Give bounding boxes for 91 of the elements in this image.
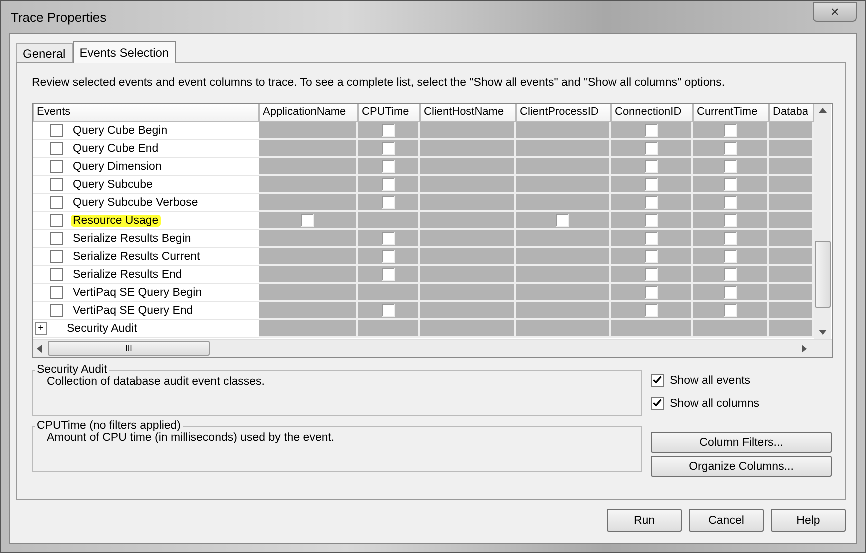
column-header[interactable]: ClientHostName <box>420 104 516 122</box>
dialog-button[interactable]: Help <box>771 509 846 532</box>
checkbox[interactable] <box>644 196 658 208</box>
checkbox[interactable] <box>724 160 736 172</box>
checkbox[interactable] <box>382 268 394 280</box>
checkbox[interactable] <box>382 142 394 154</box>
column-header[interactable]: Events <box>33 104 259 122</box>
column-header[interactable]: CurrentTime <box>693 104 769 122</box>
checkbox[interactable] <box>724 214 736 226</box>
checkbox[interactable] <box>651 397 664 410</box>
close-button[interactable]: ✕ <box>813 2 857 22</box>
checkbox[interactable] <box>50 250 63 263</box>
checkbox-label[interactable]: Show all columns <box>670 398 760 410</box>
checkbox[interactable] <box>644 124 658 136</box>
checkbox[interactable] <box>50 268 63 281</box>
checkbox[interactable] <box>382 160 394 172</box>
checkbox[interactable] <box>644 214 658 226</box>
checkbox[interactable] <box>556 214 569 226</box>
down-arrow-icon[interactable] <box>818 330 826 335</box>
checkbox[interactable] <box>724 178 736 190</box>
dialog-button[interactable]: Run <box>607 509 682 532</box>
checkbox[interactable] <box>50 286 63 299</box>
dialog-button[interactable]: Organize Columns... <box>651 456 832 477</box>
group-title: CPUTime (no filters applied) <box>36 420 182 432</box>
column-header[interactable]: Databa <box>769 104 814 122</box>
checkbox[interactable] <box>50 124 63 137</box>
checkbox[interactable] <box>644 304 658 316</box>
checkbox[interactable] <box>724 250 736 262</box>
checkbox[interactable] <box>724 304 736 316</box>
dialog-button[interactable]: Column Filters... <box>651 432 832 453</box>
checkbox[interactable] <box>724 286 736 298</box>
event-name: Query Dimension <box>72 160 163 172</box>
vertical-scrollbar[interactable] <box>814 104 831 339</box>
event-name: Serialize Results Current <box>72 250 202 262</box>
checkbox[interactable] <box>644 142 658 154</box>
event-name: Query Subcube Verbose <box>72 196 200 208</box>
checkbox[interactable] <box>724 268 736 280</box>
checkbox[interactable] <box>724 124 736 136</box>
checkbox[interactable] <box>50 214 63 227</box>
checkbox[interactable] <box>724 142 736 154</box>
checkbox[interactable] <box>382 232 394 244</box>
checkbox[interactable] <box>644 178 658 190</box>
tab[interactable]: Events Selection <box>72 41 176 63</box>
column-header[interactable]: CPUTime <box>358 104 420 122</box>
up-arrow-icon[interactable] <box>818 108 826 113</box>
checkbox[interactable] <box>644 160 658 172</box>
expand-button[interactable]: + <box>35 322 47 335</box>
left-arrow-icon[interactable] <box>37 344 42 352</box>
checkbox[interactable] <box>651 374 664 387</box>
checkbox[interactable] <box>382 178 394 190</box>
window-title: Trace Properties <box>10 10 107 24</box>
scroll-thumb[interactable]: III <box>48 341 210 356</box>
checkbox[interactable] <box>644 286 658 298</box>
checkbox[interactable] <box>382 196 394 208</box>
checkbox[interactable] <box>382 304 394 316</box>
checkbox-label[interactable]: Show all events <box>670 374 751 386</box>
event-name: Resource Usage <box>71 214 161 226</box>
event-name: VertiPaq SE Query Begin <box>72 286 204 298</box>
event-name: Serialize Results End <box>72 268 184 280</box>
checkbox[interactable] <box>382 250 394 262</box>
dialog-button[interactable]: Cancel <box>689 509 764 532</box>
group-title: Security Audit <box>36 364 108 376</box>
checkbox[interactable] <box>644 268 658 280</box>
horizontal-scrollbar[interactable]: III <box>33 339 832 357</box>
event-name: Serialize Results Begin <box>72 232 192 244</box>
description-text: Review selected events and event columns to trace. To see a complete list, select the "Show all events" and "Show all columns" options. <box>32 77 726 89</box>
checkbox[interactable] <box>644 250 658 262</box>
column-description: Amount of CPU time (in milliseconds) used by the event. <box>47 432 336 444</box>
event-name: Query Subcube <box>72 178 154 190</box>
checkbox[interactable] <box>644 232 658 244</box>
checkbox[interactable] <box>50 196 63 209</box>
event-description: Collection of database audit event classes. <box>47 376 266 388</box>
event-name: Query Cube Begin <box>72 124 169 136</box>
tab[interactable]: General <box>16 43 73 62</box>
column-header[interactable]: ApplicationName <box>259 104 358 122</box>
right-arrow-icon[interactable] <box>802 344 807 352</box>
event-name: Query Cube End <box>72 142 160 154</box>
checkbox[interactable] <box>50 232 63 245</box>
checkbox[interactable] <box>382 124 394 136</box>
event-name: VertiPaq SE Query End <box>72 304 194 316</box>
table-cell <box>769 320 814 338</box>
column-header[interactable]: ConnectionID <box>611 104 693 122</box>
category-name: Security Audit <box>67 322 138 334</box>
checkbox[interactable] <box>724 232 736 244</box>
column-header[interactable]: ClientProcessID <box>516 104 611 122</box>
checkbox[interactable] <box>50 142 63 155</box>
checkbox[interactable] <box>50 178 63 191</box>
checkbox[interactable] <box>724 196 736 208</box>
checkbox[interactable] <box>50 304 63 317</box>
checkbox[interactable] <box>301 214 314 226</box>
checkbox[interactable] <box>50 160 63 173</box>
